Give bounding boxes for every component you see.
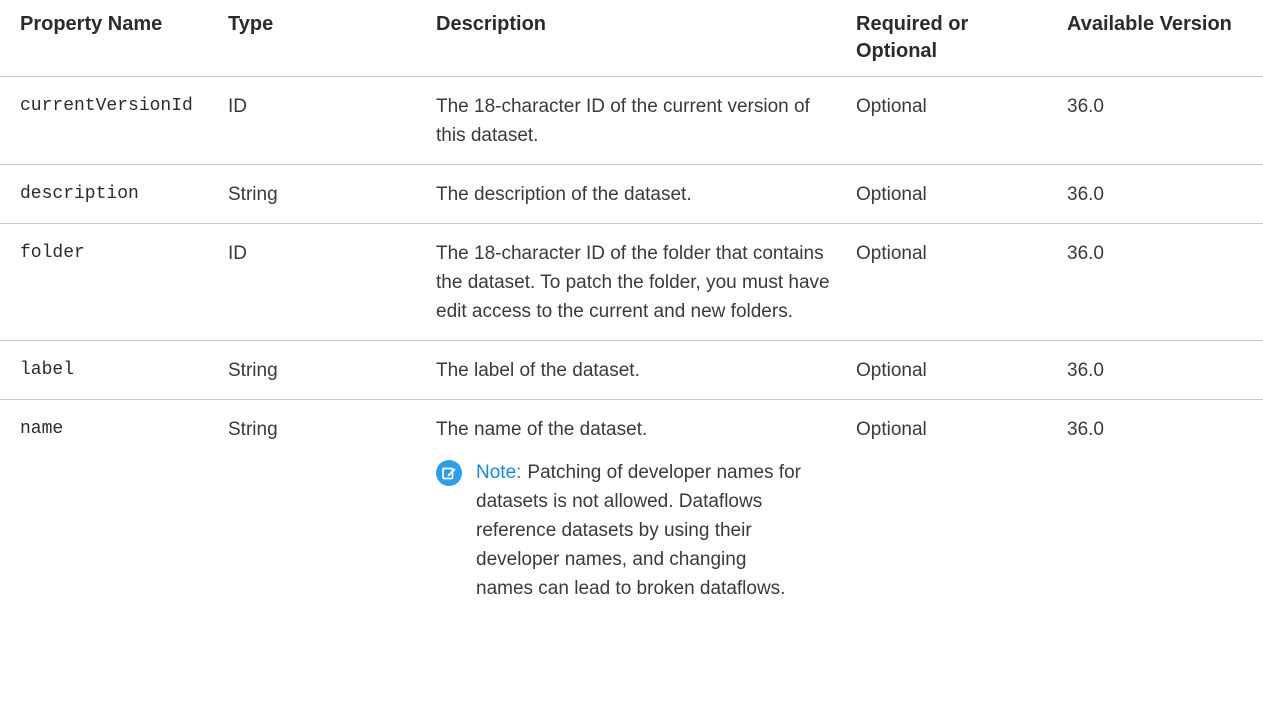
type-cell: String [228,419,278,440]
description-cell: The label of the dataset. [434,340,854,400]
description-cell: The name of the dataset. Note: Patching o… [434,400,854,618]
header-type: Type [218,0,434,77]
table-row: currentVersionId ID The 18-character ID … [0,76,1263,165]
property-name-cell: description [0,164,218,224]
required-cell: Optional [854,340,1059,400]
table-row: name String The name of the dataset. Not… [0,400,1263,618]
type-cell: ID [218,223,434,341]
edit-note-icon [436,460,462,486]
header-description: Description [434,0,854,77]
type-cell: String [218,340,434,400]
type-cell: ID [218,76,434,165]
required-cell: Optional [854,164,1059,224]
note-body: Note: Patching of developer names for dat… [476,458,804,603]
note-label: Note: [476,462,522,483]
description-cell: The description of the dataset. [434,164,854,224]
type-cell: String [218,164,434,224]
required-cell: Optional [854,76,1059,165]
header-available-version: Available Version [1059,0,1263,77]
table-row: description String The description of th… [0,164,1263,224]
properties-table: Property Name Type Description Required … [0,0,1263,617]
header-required-or-optional: Required or Optional [854,0,1059,77]
version-cell: 36.0 [1059,223,1263,341]
property-name-cell: folder [0,223,218,341]
version-cell: 36.0 [1067,419,1104,440]
required-cell: Optional [856,419,927,440]
version-cell: 36.0 [1059,76,1263,165]
table-row: label String The label of the dataset. O… [0,340,1263,400]
property-name-cell: currentVersionId [0,76,218,165]
property-name-cell: name [20,419,64,439]
description-cell: The 18-character ID of the folder that c… [434,223,854,341]
note-text: Patching of developer names for datasets… [476,462,801,599]
version-cell: 36.0 [1059,340,1263,400]
property-name-cell: label [0,340,218,400]
table-row: folder ID The 18-character ID of the fol… [0,223,1263,341]
header-property-name: Property Name [0,0,218,77]
version-cell: 36.0 [1059,164,1263,224]
table-header-row: Property Name Type Description Required … [0,0,1263,77]
note-callout: Note: Patching of developer names for dat… [436,458,840,603]
required-cell: Optional [854,223,1059,341]
description-cell: The 18-character ID of the current versi… [434,76,854,165]
description-text: The name of the dataset. [436,419,648,440]
